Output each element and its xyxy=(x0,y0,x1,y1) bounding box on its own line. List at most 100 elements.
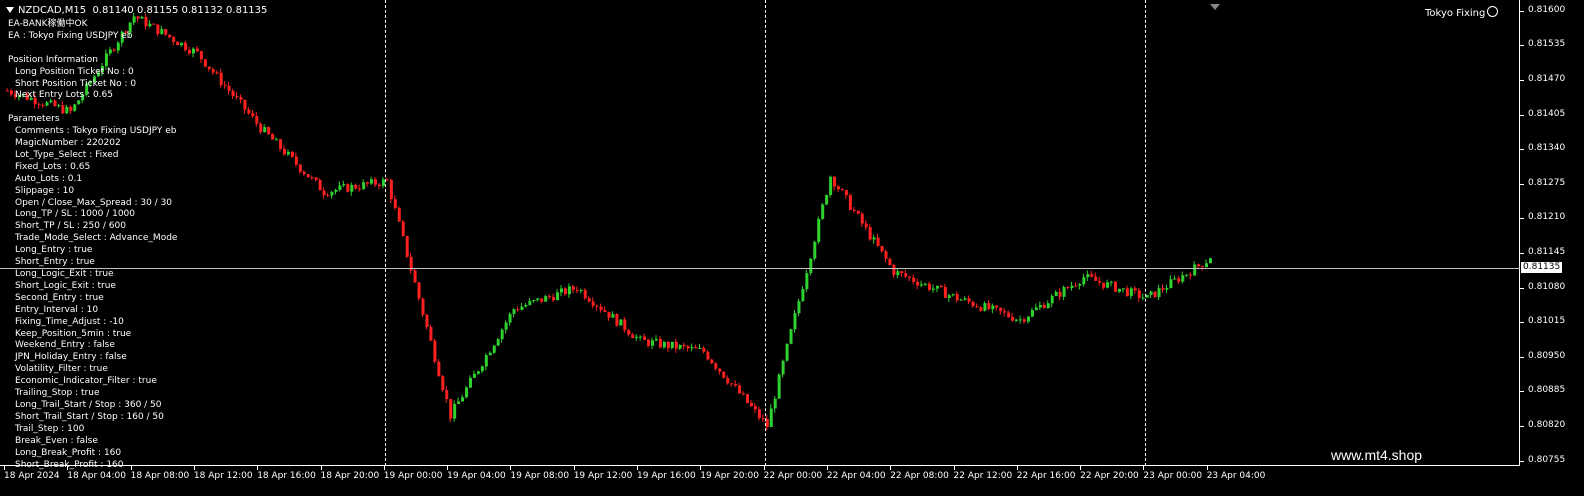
candle-body xyxy=(1205,263,1209,268)
candle-body xyxy=(484,355,488,367)
candle-body xyxy=(413,270,417,283)
candle-body xyxy=(465,387,469,398)
candle-body xyxy=(1082,277,1086,285)
info-line: Volatility_Filter : true xyxy=(15,364,108,375)
candle-body xyxy=(627,330,631,335)
current-price-line xyxy=(0,268,1520,269)
candle-body xyxy=(437,361,441,377)
time-label: 18 Apr 2024 xyxy=(4,466,60,481)
price-label: 0.80885 xyxy=(1520,385,1565,395)
candle-body xyxy=(1030,310,1034,317)
candle-body xyxy=(1193,264,1197,276)
candle-body xyxy=(789,329,793,344)
candle-body xyxy=(722,371,726,378)
candle-body xyxy=(670,341,674,348)
info-line: MagicNumber : 220202 xyxy=(15,138,121,149)
price-axis: 0.81600 0.81535 0.81470 0.81405 0.81340 0.812… xyxy=(1520,0,1584,466)
candle-body xyxy=(255,116,259,124)
chart-area[interactable] xyxy=(0,0,1520,466)
candle-body xyxy=(480,366,484,372)
candle-body xyxy=(1058,291,1062,297)
info-line: Fixing_Time_Adjust : -10 xyxy=(15,316,124,327)
candle-body xyxy=(651,340,655,346)
time-label: 19 Apr 04:00 xyxy=(447,466,506,481)
candle-body xyxy=(1114,281,1118,292)
time-label: 22 Apr 16:00 xyxy=(1016,466,1076,481)
info-line: Trailing_Stop : true xyxy=(15,388,100,399)
candle-body xyxy=(662,341,666,348)
candle-body xyxy=(840,189,844,191)
candle-body xyxy=(615,314,619,326)
price-label: 0.81405 xyxy=(1520,109,1565,119)
candle-body xyxy=(864,223,868,228)
candle-body xyxy=(524,304,528,307)
time-label: 18 Apr 16:00 xyxy=(257,466,316,481)
candle-body xyxy=(1173,278,1177,280)
candle-body xyxy=(757,409,761,419)
candle-body xyxy=(338,185,342,190)
candle-body xyxy=(279,139,283,149)
candle-body xyxy=(528,300,532,305)
candle-body xyxy=(567,286,571,295)
candle-body xyxy=(635,336,639,339)
candle-body xyxy=(868,227,872,240)
candle-body xyxy=(1015,319,1019,321)
candle-body xyxy=(445,390,449,400)
info-line: Short Position Ticket No : 0 xyxy=(15,78,137,89)
info-line: Long_Logic_Exit : true xyxy=(15,269,114,279)
candle-body xyxy=(856,210,860,214)
candle-body xyxy=(900,271,904,274)
candle-body xyxy=(346,184,350,192)
candle-body xyxy=(801,289,805,302)
candle-body xyxy=(967,298,971,302)
candle-body xyxy=(429,326,433,341)
time-label: 22 Apr 04:00 xyxy=(826,466,886,481)
candle-body xyxy=(809,258,813,274)
time-label: 23 Apr 00:00 xyxy=(1143,466,1203,481)
candle-body xyxy=(912,277,916,282)
candle-body xyxy=(342,184,346,186)
time-axis: 18 Apr 2024 18 Apr 04:00 18 Apr 08:00 18 Ap… xyxy=(0,466,1520,496)
candle-body xyxy=(433,340,437,362)
info-line: Comments : Tokyo Fixing USDJPY eb xyxy=(15,126,177,137)
candle-body xyxy=(516,309,520,311)
candle-body xyxy=(951,294,955,296)
candle-body xyxy=(884,251,888,259)
info-line: Auto_Lots : 0.1 xyxy=(15,173,83,184)
candle-body xyxy=(678,345,682,349)
candle-body xyxy=(963,298,967,300)
candle-body xyxy=(658,339,662,348)
info-line: Short_Logic_Exit : true xyxy=(15,280,116,291)
candle-body xyxy=(461,397,465,402)
candle-body xyxy=(1181,275,1185,282)
candle-body xyxy=(1125,288,1129,296)
candle-body xyxy=(215,72,219,74)
price-label: 0.81275 xyxy=(1520,178,1565,188)
info-line: Second_Entry : true xyxy=(15,292,104,303)
candle-body xyxy=(975,306,979,308)
candle-body xyxy=(354,184,358,189)
candle-body xyxy=(654,339,658,341)
chart-shift-marker-icon[interactable] xyxy=(1210,4,1220,10)
candle-body xyxy=(1086,274,1090,278)
collapse-triangle-icon[interactable] xyxy=(6,7,14,13)
candle-body xyxy=(643,336,647,340)
candle-body xyxy=(417,282,421,299)
info-line: Weekend_Entry : false xyxy=(15,340,115,351)
info-line: Short_TP / SL : 250 / 600 xyxy=(15,221,126,232)
candle-body xyxy=(1153,291,1157,298)
candle-body xyxy=(449,399,453,419)
candle-body xyxy=(928,283,932,290)
candle-body xyxy=(366,182,370,184)
candle-body xyxy=(730,383,734,385)
candle-body xyxy=(1023,319,1027,322)
candle-body xyxy=(263,127,267,133)
candle-body xyxy=(880,245,884,252)
candle-body xyxy=(935,285,939,289)
candle-body xyxy=(184,42,188,51)
candle-body xyxy=(560,288,564,293)
candle-body xyxy=(987,303,991,310)
price-label: 0.81600 xyxy=(1520,5,1565,15)
candle-body xyxy=(1209,258,1212,264)
